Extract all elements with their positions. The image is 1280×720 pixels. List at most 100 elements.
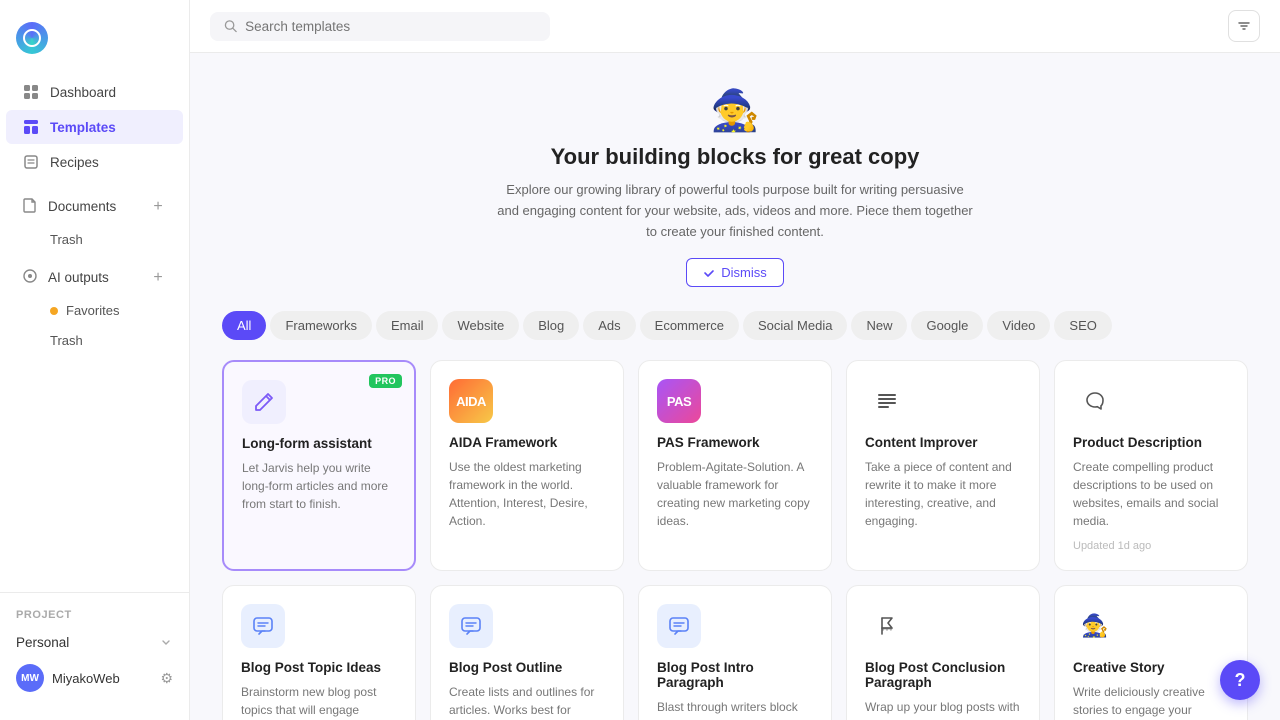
project-select[interactable]: Personal — [0, 629, 189, 656]
ai-outputs-label: AI outputs — [48, 270, 109, 285]
tab-google[interactable]: Google — [911, 311, 983, 340]
tab-ads[interactable]: Ads — [583, 311, 635, 340]
tab-all[interactable]: All — [222, 311, 266, 340]
search-input[interactable] — [245, 19, 536, 34]
tab-email[interactable]: Email — [376, 311, 439, 340]
card-blog-conclusion[interactable]: Blog Post Conclusion Paragraph Wrap up y… — [846, 585, 1040, 720]
check-icon — [703, 267, 715, 279]
card-description: Create compelling product descriptions t… — [1073, 458, 1229, 530]
filter-icon — [1237, 19, 1251, 33]
template-icon — [22, 118, 40, 136]
favorites-label: Favorites — [66, 303, 119, 318]
hero-title: Your building blocks for great copy — [222, 144, 1248, 170]
user-initials: MW — [21, 673, 39, 684]
card-icon-blog-outline — [449, 604, 493, 648]
tab-seo[interactable]: SEO — [1054, 311, 1111, 340]
card-title: Content Improver — [865, 435, 1021, 450]
project-name: Personal — [16, 635, 69, 650]
settings-icon[interactable]: ⚙ — [160, 670, 173, 687]
card-icon-blog-conclusion — [865, 604, 909, 648]
card-description: Wrap up your blog posts with an engaging… — [865, 698, 1021, 720]
sidebar-item-favorites[interactable]: Favorites — [6, 296, 183, 325]
card-product-desc[interactable]: Product Description Create compelling pr… — [1054, 360, 1248, 571]
card-icon-creative-story: 🧙 — [1073, 604, 1117, 648]
sidebar-item-templates[interactable]: Templates — [6, 110, 183, 144]
card-longform[interactable]: PRO Long-form assistant Let Jarvis help … — [222, 360, 416, 571]
tab-blog[interactable]: Blog — [523, 311, 579, 340]
search-bar[interactable] — [210, 12, 550, 41]
card-title: PAS Framework — [657, 435, 813, 450]
card-title: AIDA Framework — [449, 435, 605, 450]
card-title: Blog Post Topic Ideas — [241, 660, 397, 675]
card-updated: Updated 1d ago — [1073, 540, 1229, 552]
hero-emoji: 🧙 — [222, 87, 1248, 134]
documents-label: Documents — [48, 199, 116, 214]
cards-grid: PRO Long-form assistant Let Jarvis help … — [222, 360, 1248, 720]
tab-new[interactable]: New — [851, 311, 907, 340]
sidebar-item-ai-outputs[interactable]: AI outputs + — [6, 260, 183, 295]
sidebar-item-trash[interactable]: Trash — [6, 225, 183, 254]
chevron-icon — [159, 636, 173, 650]
card-icon-pas: PAS — [657, 379, 701, 423]
card-description: Let Jarvis help you write long-form arti… — [242, 459, 396, 513]
tab-website[interactable]: Website — [442, 311, 519, 340]
tab-social[interactable]: Social Media — [743, 311, 847, 340]
trash-label: Trash — [50, 232, 83, 247]
card-description: Brainstorm new blog post topics that wil… — [241, 683, 397, 720]
card-icon-content-improver — [865, 379, 909, 423]
card-blog-outline[interactable]: Blog Post Outline Create lists and outli… — [430, 585, 624, 720]
sidebar-item-label: Dashboard — [50, 85, 116, 100]
hero-section: 🧙 Your building blocks for great copy Ex… — [222, 77, 1248, 311]
recipe-icon — [22, 153, 40, 171]
card-title: Creative Story — [1073, 660, 1229, 675]
user-row[interactable]: MW MiyakoWeb ⚙ — [0, 656, 189, 700]
sidebar-item-dashboard[interactable]: Dashboard — [6, 75, 183, 109]
filter-button[interactable] — [1228, 10, 1260, 42]
ai-outputs-icon — [22, 268, 38, 287]
sidebar-item-favorites-trash[interactable]: Trash — [6, 326, 183, 355]
grid-icon — [22, 83, 40, 101]
main-content: 🧙 Your building blocks for great copy Ex… — [190, 0, 1280, 720]
card-icon-product-desc — [1073, 379, 1117, 423]
add-document-button[interactable]: + — [149, 198, 167, 216]
card-aida[interactable]: AIDA AIDA Framework Use the oldest marke… — [430, 360, 624, 571]
add-ai-output-button[interactable]: + — [149, 269, 167, 287]
sidebar-bottom: PROJECT Personal MW MiyakoWeb ⚙ — [0, 592, 189, 708]
card-description: Problem-Agitate-Solution. A valuable fra… — [657, 458, 813, 530]
content-area: 🧙 Your building blocks for great copy Ex… — [190, 53, 1280, 720]
favorites-dot — [50, 307, 58, 315]
user-name: MiyakoWeb — [52, 671, 120, 686]
card-description: Write deliciously creative stories to en… — [1073, 683, 1229, 720]
tab-video[interactable]: Video — [987, 311, 1050, 340]
card-description: Blast through writers block by letting J… — [657, 698, 813, 720]
tab-frameworks[interactable]: Frameworks — [270, 311, 372, 340]
card-description: Take a piece of content and rewrite it t… — [865, 458, 1021, 530]
dismiss-button[interactable]: Dismiss — [686, 258, 784, 287]
pro-badge: PRO — [369, 374, 402, 388]
logo-icon — [16, 22, 48, 54]
sidebar-item-documents[interactable]: Documents + — [6, 189, 183, 224]
card-blog-topic[interactable]: Blog Post Topic Ideas Brainstorm new blo… — [222, 585, 416, 720]
card-title: Long-form assistant — [242, 436, 396, 451]
tab-ecommerce[interactable]: Ecommerce — [640, 311, 739, 340]
help-button[interactable]: ? — [1220, 660, 1260, 700]
avatar: MW — [16, 664, 44, 692]
card-blog-intro[interactable]: Blog Post Intro Paragraph Blast through … — [638, 585, 832, 720]
card-content-improver[interactable]: Content Improver Take a piece of content… — [846, 360, 1040, 571]
hero-description: Explore our growing library of powerful … — [495, 180, 975, 242]
card-pas[interactable]: PAS PAS Framework Problem-Agitate-Soluti… — [638, 360, 832, 571]
sidebar: Dashboard Templates Recipes — [0, 0, 190, 720]
document-icon — [22, 197, 38, 216]
favorites-trash-label: Trash — [50, 333, 83, 348]
logo-area — [0, 12, 189, 74]
card-icon-aida: AIDA — [449, 379, 493, 423]
card-icon-blog-intro — [657, 604, 701, 648]
sidebar-item-label: Recipes — [50, 155, 99, 170]
project-section-label: PROJECT — [0, 601, 189, 629]
topbar-right — [1228, 10, 1260, 42]
filter-tabs: AllFrameworksEmailWebsiteBlogAdsEcommerc… — [222, 311, 1248, 340]
sidebar-item-label: Templates — [50, 120, 116, 135]
user-info: MW MiyakoWeb — [16, 664, 120, 692]
card-creative-story[interactable]: 🧙 Creative Story Write deliciously creat… — [1054, 585, 1248, 720]
sidebar-item-recipes[interactable]: Recipes — [6, 145, 183, 179]
